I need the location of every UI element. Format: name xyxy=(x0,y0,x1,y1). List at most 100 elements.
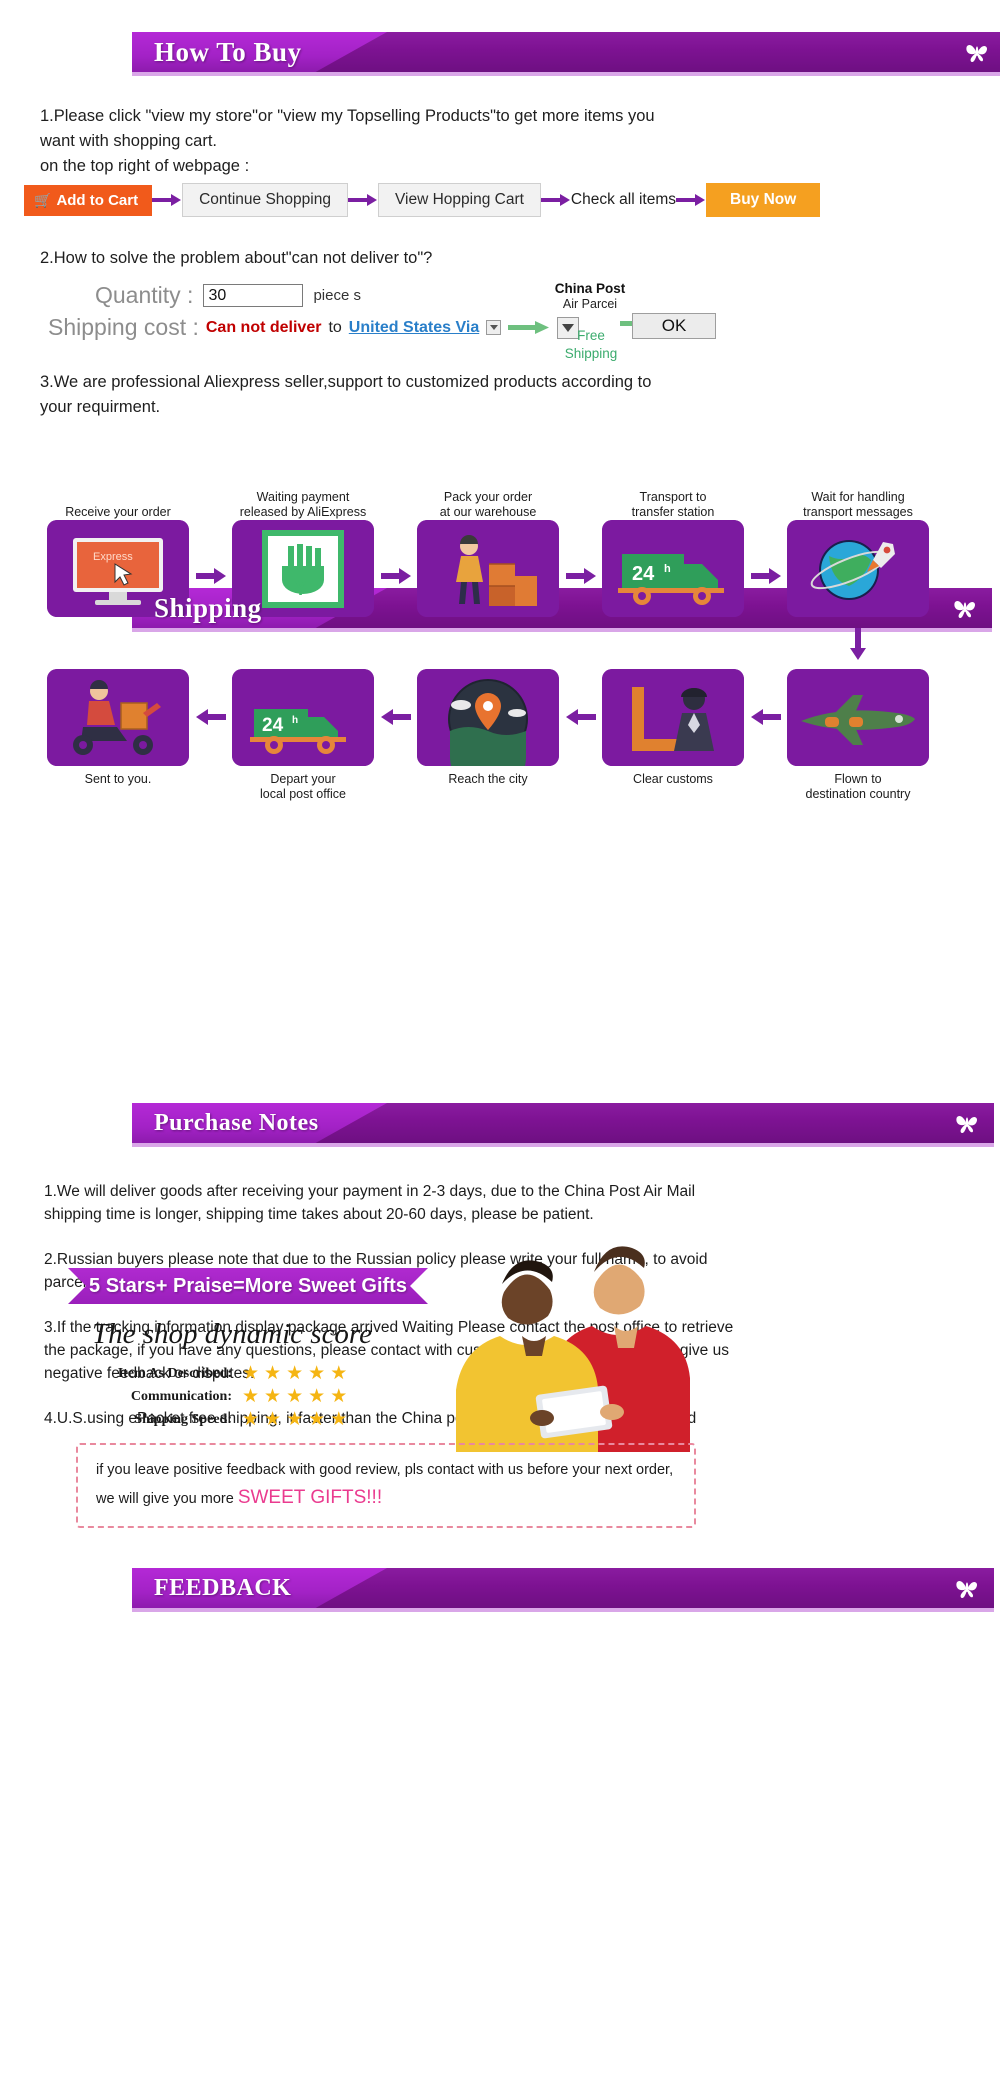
buy-now-button[interactable]: Buy Now xyxy=(706,183,821,217)
butterfly-icon xyxy=(956,1115,978,1134)
star-icon: ★ xyxy=(308,1363,326,1384)
flow-step-7-label-1: Depart your xyxy=(270,772,336,786)
flow-step-10-label-1: Flown to xyxy=(834,772,882,786)
flow-step-10: Flown to destination country xyxy=(787,669,929,802)
svg-text:h: h xyxy=(664,563,671,575)
banner-purchase-notes: Purchase Notes xyxy=(132,1103,994,1147)
arrow-right-green-icon-1 xyxy=(508,321,550,334)
purchase-note-1: 1.We will deliver goods after receiving … xyxy=(44,1183,696,1223)
star-icon: ★ xyxy=(286,1386,304,1407)
banner-title-purchase-notes: Purchase Notes xyxy=(154,1109,319,1136)
banner-title-shipping: Shipping xyxy=(154,592,262,623)
svg-text:24: 24 xyxy=(262,715,284,736)
star-icon: ★ xyxy=(286,1409,304,1430)
flow-step-6: Sent to you. xyxy=(47,669,189,787)
star-icon: ★ xyxy=(242,1386,260,1407)
quantity-row: Quantity : piece s xyxy=(95,282,361,309)
flow-step-1-label-1: Receive your order xyxy=(65,505,171,519)
feedback-note-line-2: we will give you more SWEET GIFTS!!! xyxy=(96,1484,676,1513)
score-label-item-as-described: Item As Described: xyxy=(117,1365,232,1381)
flow-step-3: Pack your order at our warehouse xyxy=(417,488,559,617)
scooter-courier-icon xyxy=(47,669,189,766)
svg-text:h: h xyxy=(292,715,298,726)
butterfly-icon xyxy=(956,1580,978,1599)
quantity-input[interactable] xyxy=(203,284,304,307)
ok-button[interactable]: OK xyxy=(632,313,716,339)
continue-shopping-button[interactable]: Continue Shopping xyxy=(182,183,348,217)
airplane-icon xyxy=(787,669,929,766)
to-word: to xyxy=(328,318,342,336)
question-2-text: 2.How to solve the problem about"can not… xyxy=(40,249,433,267)
flow-step-5: Wait for handling transport messages xyxy=(787,488,929,617)
star-icon: ★ xyxy=(330,1409,348,1430)
truck-24h-icon: 24 h xyxy=(602,520,744,617)
question-2: 2.How to solve the problem about"can not… xyxy=(40,246,740,271)
china-post-line-2: Air Parcei xyxy=(562,297,618,311)
flow-step-5-label-2: transport messages xyxy=(803,505,913,519)
score-row: Shipping Speed: ★ ★ ★ ★ ★ xyxy=(104,1408,347,1431)
feedback-note-line-1: if you leave positive feedback with good… xyxy=(96,1462,674,1478)
star-icon: ★ xyxy=(330,1363,348,1384)
chevron-down-icon-small[interactable] xyxy=(486,320,502,335)
arrow-right-purple-icon-3 xyxy=(540,194,570,206)
flow-step-5-label-1: Wait for handling xyxy=(811,490,905,504)
banner-title-feedback: FEEDBACK xyxy=(154,1574,292,1601)
praise-ribbon-text: 5 Stars+ Praise=More Sweet Gifts xyxy=(89,1274,407,1297)
note-3-line-1: 3.We are professional Aliexpress seller,… xyxy=(40,373,652,391)
flow-step-4-label-1: Transport to xyxy=(639,490,707,504)
note-3-line-2: your requirment. xyxy=(40,398,161,416)
flow-step-4: Transport to transfer station 24 h xyxy=(602,488,744,617)
intro-line-1: 1.Please click "view my store"or "view m… xyxy=(40,107,655,125)
svg-text:¥: ¥ xyxy=(295,578,307,600)
star-icon: ★ xyxy=(264,1409,282,1430)
banner-how-to-buy: How To Buy xyxy=(132,32,1000,76)
shopping-cart-icon: 🛒 xyxy=(34,192,52,208)
flow-arrow-10-9 xyxy=(751,709,781,725)
map-pin-city-icon xyxy=(417,669,559,766)
flow-step-7: 24 h Depart your local post office xyxy=(232,669,374,802)
arrow-right-purple-icon-4 xyxy=(676,194,706,206)
view-hopping-cart-button[interactable]: View Hopping Cart xyxy=(377,183,541,217)
china-post-line-1: China Post xyxy=(554,281,626,296)
how-to-buy-intro: 1.Please click "view my store"or "view m… xyxy=(40,104,740,179)
star-icon: ★ xyxy=(308,1386,326,1407)
add-to-cart-button[interactable]: 🛒 Add to Cart xyxy=(24,184,153,216)
star-icon: ★ xyxy=(286,1363,304,1384)
checkout-flow-buttons: 🛒 Add to Cart Continue Shopping View Hop… xyxy=(24,183,821,217)
van-24h-icon: 24 h xyxy=(232,669,374,766)
cannot-deliver-text: Can not deliver xyxy=(205,318,322,336)
star-rating-item-as-described: ★ ★ ★ ★ ★ xyxy=(242,1364,347,1383)
star-icon: ★ xyxy=(264,1386,282,1407)
star-rating-communication: ★ ★ ★ ★ ★ xyxy=(242,1387,347,1406)
flow-arrow-3-4 xyxy=(566,568,596,584)
score-row: Communication: ★ ★ ★ ★ ★ xyxy=(104,1385,347,1408)
arrow-right-purple-icon-1 xyxy=(152,194,182,206)
note-3: 3.We are professional Aliexpress seller,… xyxy=(40,370,740,420)
flow-step-10-label-2: destination country xyxy=(805,787,911,801)
star-icon: ★ xyxy=(242,1409,260,1430)
free-shipping-label: Free Shipping xyxy=(548,327,634,363)
banner-feedback: FEEDBACK xyxy=(132,1568,994,1612)
customs-officer-icon xyxy=(602,669,744,766)
arrow-right-purple-icon-2 xyxy=(347,194,377,206)
quantity-label: Quantity : xyxy=(95,282,194,308)
shipping-cost-label: Shipping cost : xyxy=(48,314,199,340)
country-link[interactable]: United States Via xyxy=(349,319,479,337)
butterfly-icon xyxy=(966,44,988,63)
intro-line-3: on the top right of webpage : xyxy=(40,157,250,175)
dynamic-score-title: The shop dynamic score xyxy=(92,1318,373,1350)
flow-step-8-label-1: Reach the city xyxy=(448,772,528,786)
star-icon: ★ xyxy=(264,1363,282,1384)
score-table: Item As Described: ★ ★ ★ ★ ★ Communicati… xyxy=(104,1362,348,1431)
flow-step-2-label-1: Waiting payment xyxy=(256,490,350,504)
flow-arrow-1-2 xyxy=(196,568,226,584)
praise-ribbon: 5 Stars+ Praise=More Sweet Gifts xyxy=(68,1268,428,1304)
flow-step-2-label-2: released by AliExpress xyxy=(239,505,367,519)
flow-arrow-down xyxy=(850,628,866,660)
flow-step-9-label-1: Clear customs xyxy=(633,772,713,786)
flow-step-8: Reach the city xyxy=(417,669,559,787)
product-description-page: How To Buy 1.Please click "view my store… xyxy=(0,0,1000,2084)
worker-boxes-icon xyxy=(417,520,559,617)
flow-step-3-label-1: Pack your order xyxy=(443,490,533,504)
flow-step-7-label-2: local post office xyxy=(260,787,346,801)
